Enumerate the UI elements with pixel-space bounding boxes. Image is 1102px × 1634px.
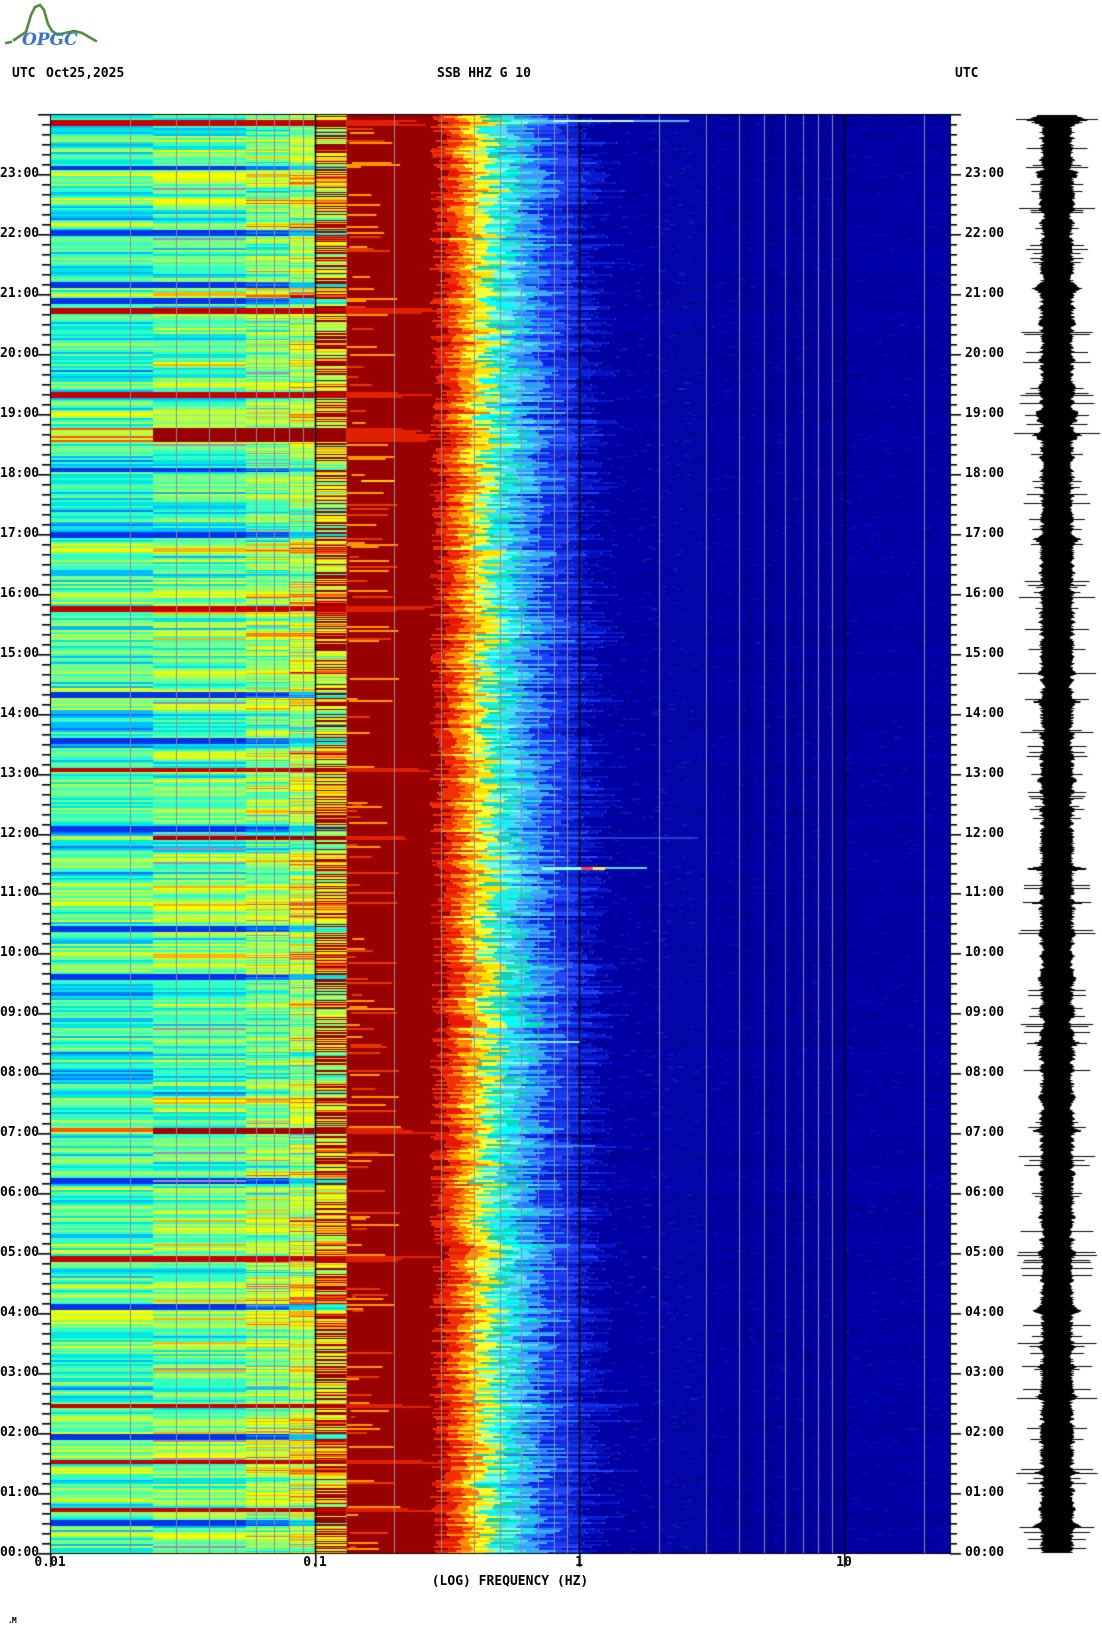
freq-tick-label: 10 [836,1555,852,1570]
freq-tick-label: 0.1 [303,1555,327,1570]
time-tick-label-left: 05:00 [0,1245,40,1260]
time-tick-label-left: 02:00 [0,1425,40,1440]
time-tick-label-left: 16:00 [0,586,40,601]
time-tick-label-right: 16:00 [965,586,1005,601]
time-tick-label-right: 20:00 [965,346,1005,361]
utc-label-left: UTC [12,66,36,81]
time-tick-label-right: 03:00 [965,1365,1005,1380]
date-label: Oct25,2025 [46,66,125,81]
time-tick-label-right: 12:00 [965,826,1005,841]
time-tick-label-left: 18:00 [0,466,40,481]
freq-tick-label: 0.01 [34,1555,66,1570]
utc-label-right: UTC [955,66,979,81]
time-tick-label-left: 15:00 [0,646,40,661]
time-tick-label-left: 03:00 [0,1365,40,1380]
time-tick-label-right: 19:00 [965,406,1005,421]
time-tick-label-left: 01:00 [0,1485,40,1500]
freq-tick-label: 1 [575,1555,583,1570]
time-tick-label-left: 22:00 [0,226,40,241]
time-tick-label-right: 01:00 [965,1485,1005,1500]
time-tick-label-right: 23:00 [965,166,1005,181]
time-tick-label-left: 21:00 [0,286,40,301]
spectrogram-canvas [0,0,1102,1634]
time-tick-label-right: 07:00 [965,1125,1005,1140]
time-tick-label-left: 07:00 [0,1125,40,1140]
time-tick-label-left: 11:00 [0,885,40,900]
time-tick-label-left: 23:00 [0,166,40,181]
plot-title: SSB HHZ G 10 [437,66,531,81]
time-tick-label-right: 04:00 [965,1305,1005,1320]
spectrogram-page: OPGC UTC Oct25,2025 SSB HHZ G 10 UTC 23:… [0,0,1102,1634]
time-tick-label-left: 09:00 [0,1005,40,1020]
time-tick-label-right: 21:00 [965,286,1005,301]
time-tick-label-right: 10:00 [965,945,1005,960]
time-tick-label-right: 00:00 [965,1545,1005,1560]
time-tick-label-left: 06:00 [0,1185,40,1200]
time-tick-label-left: 13:00 [0,766,40,781]
time-tick-label-right: 08:00 [965,1065,1005,1080]
time-tick-label-left: 08:00 [0,1065,40,1080]
time-tick-label-left: 14:00 [0,706,40,721]
time-tick-label-right: 02:00 [965,1425,1005,1440]
time-tick-label-left: 10:00 [0,945,40,960]
time-tick-label-right: 15:00 [965,646,1005,661]
opgc-logo: OPGC [4,3,98,50]
logo-text: OPGC [22,30,78,50]
time-tick-label-right: 09:00 [965,1005,1005,1020]
frequency-axis-title: (LOG) FREQUENCY (HZ) [431,1574,589,1589]
time-tick-label-right: 18:00 [965,466,1005,481]
time-tick-label-right: 06:00 [965,1185,1005,1200]
time-tick-label-right: 14:00 [965,706,1005,721]
time-tick-label-left: 19:00 [0,406,40,421]
time-tick-label-left: 04:00 [0,1305,40,1320]
corner-mark: .M [8,1616,17,1625]
time-tick-label-right: 13:00 [965,766,1005,781]
time-tick-label-left: 20:00 [0,346,40,361]
time-tick-label-right: 05:00 [965,1245,1005,1260]
time-tick-label-right: 22:00 [965,226,1005,241]
time-tick-label-right: 11:00 [965,885,1005,900]
time-tick-label-right: 17:00 [965,526,1005,541]
time-tick-label-left: 17:00 [0,526,40,541]
time-tick-label-left: 12:00 [0,826,40,841]
